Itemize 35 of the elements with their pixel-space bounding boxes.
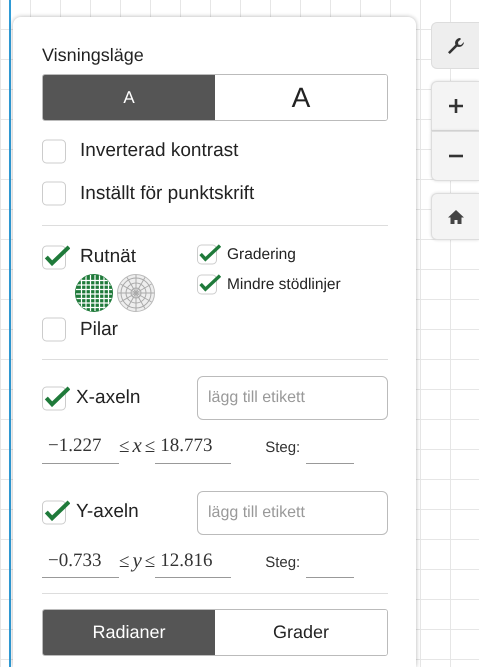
variable-label: x	[131, 432, 143, 459]
checkbox-label: Rutnät	[80, 245, 136, 269]
min-value-field[interactable]: −0.733	[42, 546, 119, 578]
checkbox[interactable]	[42, 386, 70, 410]
step-label: Steg:	[265, 552, 300, 572]
inequality-sign: ≤	[119, 435, 130, 459]
settings-button[interactable]	[431, 22, 479, 69]
zoom-in-button[interactable]	[431, 81, 479, 131]
checkbox[interactable]	[42, 500, 70, 525]
checkbox-label: Mindre stödlinjer	[227, 275, 341, 296]
label-input-field[interactable]: lägg till etikett	[197, 490, 388, 534]
step-label: Steg:	[265, 438, 300, 458]
label-input-field[interactable]: lägg till etikett	[197, 376, 388, 420]
checkbox[interactable]	[42, 244, 70, 270]
checkbox-label: Inställt för punktskrift	[80, 182, 254, 206]
variable-label: y	[130, 546, 143, 574]
checkbox-label: X-axeln	[76, 386, 140, 410]
home-button[interactable]	[431, 193, 479, 240]
max-value-field[interactable]: 12.816	[155, 546, 232, 578]
section-label: Visningsläge	[42, 44, 145, 66]
checkbox-label: Gradering	[227, 245, 296, 265]
checkbox[interactable]	[197, 244, 221, 266]
inequality-sign: ≤	[119, 550, 130, 574]
wrench-icon	[446, 36, 466, 56]
angle-unit-option[interactable]: Radianer	[43, 610, 215, 655]
max-value-field[interactable]: 18.773	[155, 432, 232, 464]
checkbox-label: Pilar	[80, 318, 118, 342]
checkbox[interactable]	[197, 274, 221, 296]
inequality-sign: ≤	[144, 550, 156, 574]
display-mode-option[interactable]: A	[43, 75, 215, 120]
checkbox-label: Inverterad kontrast	[80, 139, 238, 163]
square-grid-icon[interactable]	[75, 274, 113, 312]
inequality-sign: ≤	[144, 435, 156, 459]
checkbox-label: Y-axeln	[76, 500, 139, 524]
min-value-field[interactable]: −1.227	[42, 432, 119, 464]
